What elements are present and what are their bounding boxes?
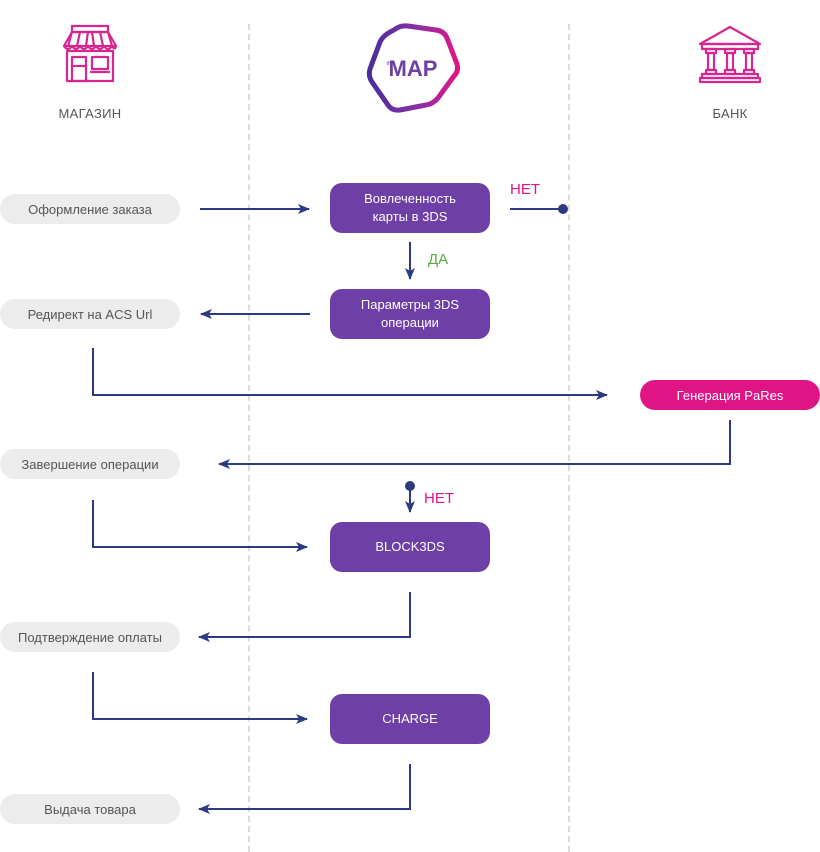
shop-step-delivery: Выдача товара (0, 794, 180, 824)
gateway-step-3ds-enrollment: Вовлеченность карты в 3DS (330, 183, 490, 233)
connector-dot-bottom (405, 481, 415, 491)
bank-step-pares: Генерация PaRes (640, 380, 820, 410)
shop-step-completion: Завершение операции (0, 449, 180, 479)
arrow-block3ds-to-confirmation (198, 592, 411, 642)
bank-step-pares-label: Генерация PaRes (676, 387, 784, 403)
arrow-charge-to-delivery (198, 764, 411, 814)
shop-step-delivery-label: Выдача товара (44, 801, 136, 817)
gateway-step-block3ds: BLOCK3DS (330, 522, 490, 572)
arrow-completion-to-block3ds (92, 500, 308, 552)
shop-step-completion-label: Завершение операции (21, 456, 159, 472)
arrow-confirmation-to-charge (92, 672, 308, 724)
shop-step-redirect-label: Редирект на ACS Url (27, 306, 153, 322)
arrow-pares-to-completion (218, 420, 731, 469)
gateway-step-3ds-params-line2: операции (381, 315, 439, 330)
gateway-step-charge: CHARGE (330, 694, 490, 744)
shop-step-confirmation-label: Подтверждение оплаты (18, 629, 162, 645)
gateway-step-3ds-enrollment-line2: карты в 3DS (372, 209, 448, 224)
shop-step-confirmation: Подтверждение оплаты (0, 622, 180, 652)
gateway-step-3ds-enrollment-line1: Вовлеченность (364, 191, 456, 206)
shop-step-order: Оформление заказа (0, 194, 180, 224)
gateway-step-block3ds-label: BLOCK3DS (375, 539, 445, 554)
gateway-step-charge-label: CHARGE (382, 711, 438, 726)
shop-step-order-label: Оформление заказа (28, 201, 152, 217)
gateway-step-3ds-params: Параметры 3DS операции (330, 289, 490, 339)
gateway-step-3ds-params-line1: Параметры 3DS (360, 297, 460, 312)
branch-label-yes: ДА (428, 251, 449, 268)
connector-dot-top (558, 204, 568, 214)
branch-label-no-top: НЕТ (510, 181, 540, 198)
arrow-redirect-to-pares (92, 348, 608, 400)
branch-label-no-bottom: НЕТ (424, 490, 454, 507)
shop-step-redirect: Редирект на ACS Url (0, 299, 180, 329)
